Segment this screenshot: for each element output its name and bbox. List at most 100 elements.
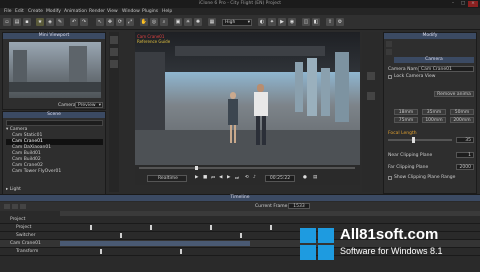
fx-icon[interactable]: ✦ xyxy=(268,18,276,26)
minimize-icon[interactable]: – xyxy=(448,1,458,7)
camera-icon[interactable]: ▣ xyxy=(174,18,182,26)
preview-camera-select[interactable]: Preview ▾ xyxy=(75,102,103,108)
menu-help[interactable]: Help xyxy=(162,9,172,14)
rotate-icon[interactable]: ⟳ xyxy=(116,18,124,26)
keyframe[interactable] xyxy=(120,233,122,238)
playhead-handle[interactable] xyxy=(195,166,198,170)
time-display[interactable]: 00:25:22 xyxy=(265,175,295,182)
keyframe[interactable] xyxy=(100,249,102,254)
camera-name-field[interactable]: Cam Crane01 xyxy=(418,66,474,72)
modify-icon[interactable]: ✎ xyxy=(56,18,64,26)
undo-icon[interactable]: ↶ xyxy=(70,18,78,26)
volume-icon[interactable]: ♪ xyxy=(253,175,256,180)
lock-camera-checkbox[interactable] xyxy=(388,75,392,79)
lens-200mm-button[interactable]: 200mm xyxy=(450,117,474,123)
settings-icon[interactable]: ⚙ xyxy=(336,18,344,26)
tool-icon[interactable] xyxy=(367,92,375,100)
mini-viewport-view[interactable] xyxy=(9,42,101,98)
focal-length-field[interactable]: 35 xyxy=(456,137,474,143)
3d-viewport[interactable]: Cam Crane01 Reference Guide xyxy=(135,32,360,165)
keyframe[interactable] xyxy=(270,225,272,230)
menu-window[interactable]: Window xyxy=(122,9,140,14)
menu-edit[interactable]: Edit xyxy=(15,9,24,14)
menu-render[interactable]: Render xyxy=(89,9,105,14)
move-icon[interactable]: ✥ xyxy=(106,18,114,26)
export-icon[interactable]: ⇪ xyxy=(326,18,334,26)
menu-view[interactable]: View xyxy=(107,9,118,14)
scale-icon[interactable]: ⤢ xyxy=(126,18,134,26)
remove-animation-button[interactable]: Remove anima xyxy=(434,91,474,97)
menu-plugins[interactable]: Plugins xyxy=(142,9,158,14)
stereo-icon[interactable]: ◫ xyxy=(302,18,310,26)
current-frame-field[interactable]: 1533 xyxy=(288,203,310,209)
shadow-icon[interactable]: ◐ xyxy=(258,18,266,26)
new-icon[interactable]: ▫ xyxy=(3,18,11,26)
tree-item[interactable]: ▸ Light xyxy=(6,187,103,193)
grid-icon[interactable]: ▦ xyxy=(208,18,216,26)
lens-50mm-button[interactable]: 50mm xyxy=(450,109,474,115)
far-clip-field[interactable]: 2000 xyxy=(456,164,474,170)
save-icon[interactable]: ▪ xyxy=(23,18,31,26)
focal-length-slider[interactable] xyxy=(388,139,452,141)
male-character[interactable] xyxy=(253,84,269,146)
scene-icon[interactable]: ◈ xyxy=(46,18,54,26)
timeline-tool-icon[interactable] xyxy=(12,204,18,209)
lens-100mm-button[interactable]: 100mm xyxy=(422,117,446,123)
open-icon[interactable]: ▤ xyxy=(13,18,21,26)
redo-icon[interactable]: ↷ xyxy=(80,18,88,26)
focal-slider-handle[interactable] xyxy=(412,137,415,143)
orbit-icon[interactable]: ◎ xyxy=(150,18,158,26)
tool-icon[interactable] xyxy=(110,48,118,56)
camera-section-header[interactable]: Camera xyxy=(394,57,474,63)
timeline-tool-icon[interactable] xyxy=(20,204,26,209)
scene-search-input[interactable] xyxy=(6,120,103,126)
play-icon[interactable]: ▶ xyxy=(195,175,198,180)
menu-file[interactable]: File xyxy=(4,9,12,14)
female-character[interactable] xyxy=(227,92,239,144)
tool-icon[interactable] xyxy=(110,60,118,68)
content-icon[interactable]: ★ xyxy=(36,18,44,26)
modify-tab-icon[interactable] xyxy=(386,41,392,47)
vr-icon[interactable]: ◧ xyxy=(312,18,320,26)
close-icon[interactable]: × xyxy=(468,1,478,7)
keyframe[interactable] xyxy=(240,233,242,238)
tree-item[interactable]: Cam Tower FlyOver01 xyxy=(6,169,103,175)
modify-tab-icon[interactable] xyxy=(386,49,392,55)
physics-icon[interactable]: ◉ xyxy=(288,18,296,26)
keyframe[interactable] xyxy=(90,225,92,230)
tool-icon[interactable] xyxy=(110,36,118,44)
menu-modify[interactable]: Modify xyxy=(46,9,61,14)
near-clip-field[interactable]: 1 xyxy=(456,152,474,158)
realtime-select[interactable]: Realtime xyxy=(147,175,187,182)
select-icon[interactable]: ↖ xyxy=(96,18,104,26)
menu-create[interactable]: Create xyxy=(28,9,43,14)
pan-icon[interactable]: ✋ xyxy=(140,18,148,26)
light-icon[interactable]: ☀ xyxy=(184,18,192,26)
next-frame-icon[interactable]: ▶ xyxy=(227,175,230,180)
prev-key-icon[interactable]: ⏮ xyxy=(211,175,215,181)
timeline-row[interactable]: Project xyxy=(0,216,480,224)
keyframe[interactable] xyxy=(180,249,182,254)
menu-animation[interactable]: Animation xyxy=(64,9,87,14)
lens-75mm-button[interactable]: 75mm xyxy=(394,117,418,123)
maximize-icon[interactable]: □ xyxy=(458,1,468,7)
zoom-icon[interactable]: ⌕ xyxy=(160,18,168,26)
quality-select[interactable]: High ▾ xyxy=(222,19,252,26)
show-clip-checkbox[interactable] xyxy=(388,176,392,180)
playback-slider[interactable] xyxy=(139,167,355,169)
render-icon[interactable]: ▶ xyxy=(278,18,286,26)
stop-icon[interactable]: ■ xyxy=(203,175,207,180)
timeline-tool-icon[interactable] xyxy=(4,204,10,209)
timeline-toggle-icon[interactable]: ▤ xyxy=(313,175,317,180)
loop-icon[interactable]: ⟲ xyxy=(245,175,249,180)
tool-icon[interactable] xyxy=(367,72,375,80)
prev-frame-icon[interactable]: ◀ xyxy=(219,175,222,180)
lens-35mm-button[interactable]: 35mm xyxy=(422,109,446,115)
bulb-icon[interactable]: ✺ xyxy=(194,18,202,26)
clip-bar[interactable] xyxy=(60,241,250,246)
keyframe[interactable] xyxy=(210,225,212,230)
lens-18mm-button[interactable]: 18mm xyxy=(394,109,418,115)
keyframe[interactable] xyxy=(150,225,152,230)
next-key-icon[interactable]: ⏭ xyxy=(235,175,239,181)
record-icon[interactable]: ● xyxy=(303,175,307,180)
